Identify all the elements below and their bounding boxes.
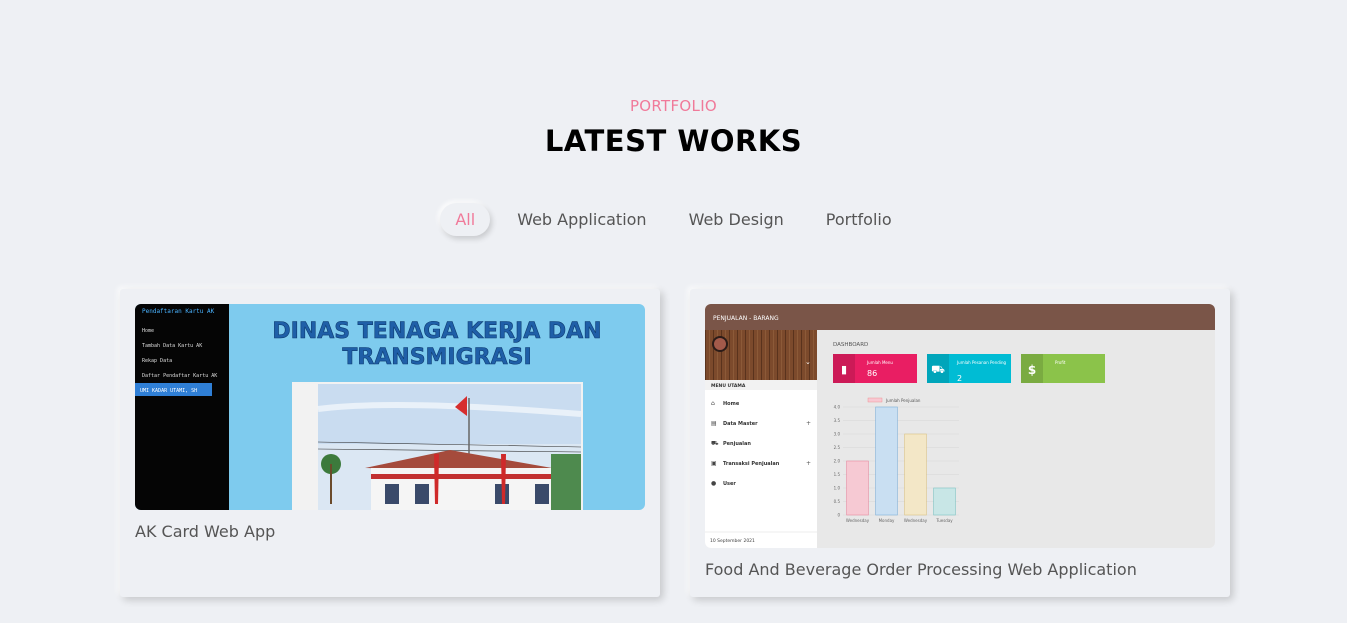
chart-x-tick: Tuesday	[935, 518, 953, 523]
thumb-menu-data-master: Data Master	[723, 421, 758, 427]
filter-all[interactable]: All	[440, 203, 491, 236]
svg-text:+: +	[806, 420, 811, 427]
svg-text:⛟: ⛟	[711, 440, 719, 447]
tile-label-profit: Profit	[1055, 360, 1066, 365]
chart-x-tick: Monday	[879, 518, 895, 523]
thumb-banner-line1: DINAS TENAGA KERJA DAN	[272, 319, 601, 344]
chart-y-tick: 3.0	[834, 432, 841, 437]
section-title: LATEST WORKS	[544, 124, 803, 158]
chart-y-tick: 2.5	[834, 445, 841, 450]
chart-bar	[933, 487, 956, 516]
thumb-menu-home: Home	[142, 328, 154, 334]
thumb-banner-line2: TRANSMIGRASI	[342, 345, 531, 370]
work-title-ak-card[interactable]: AK Card Web App	[135, 522, 275, 541]
thumb-sidebar-title: Pendaftaran Kartu AK	[142, 308, 215, 315]
chart-y-tick: 4.0	[834, 405, 841, 410]
svg-text:⛟: ⛟	[931, 363, 945, 376]
thumb-menu-list: Daftar Pendaftar Kartu AK	[142, 373, 217, 379]
svg-text:▮: ▮	[841, 363, 847, 376]
section-subtitle: PORTFOLIO	[629, 97, 718, 115]
chart-y-tick: 0.5	[834, 499, 841, 504]
work-title-food-beverage[interactable]: Food And Beverage Order Processing Web A…	[705, 560, 1137, 579]
tile-label-pending: Jumlah Pesanan Pending	[956, 360, 1006, 365]
filter-bar: All Web Application Web Design Portfolio	[0, 203, 1347, 236]
chart-bar	[875, 406, 898, 516]
thumb-menu-recap: Rekap Data	[142, 358, 172, 364]
tile-label-menu: Jumlah Menu	[866, 360, 893, 365]
chart-x-tick: Wednesday	[846, 518, 870, 523]
chart-y-tick: 3.5	[834, 418, 841, 423]
tile-value-menu: 86	[867, 369, 877, 378]
chart-bar	[904, 433, 927, 516]
filter-web-application[interactable]: Web Application	[502, 203, 661, 236]
tile-value-pending: 2	[957, 374, 962, 383]
thumb-user-button: UMI KADAR UTAMI, SH	[140, 388, 197, 394]
chart-y-tick: 2.0	[834, 459, 841, 464]
chart-legend: Jumlah Penjualan	[885, 398, 921, 403]
filter-portfolio[interactable]: Portfolio	[811, 203, 907, 236]
filter-web-design[interactable]: Web Design	[674, 203, 799, 236]
chart-y-tick: 1.5	[834, 472, 841, 477]
chart-y-tick: 1.0	[834, 486, 841, 491]
thumb-menu-header: MENU UTAMA	[711, 383, 746, 389]
chart-x-tick: Wednesday	[904, 518, 928, 523]
thumbnail-food-beverage[interactable]: PENJUALAN - BARANG ⌄ MENU UTAMA ⌂ Home ▤…	[705, 304, 1215, 548]
thumb-menu-transaksi: Transaksi Penjualan	[723, 461, 780, 467]
thumb-dashboard-label: DASHBOARD	[833, 342, 868, 348]
thumb-menu-home: Home	[723, 401, 740, 407]
thumb-date: 10 September 2021	[710, 538, 755, 544]
thumb-menu-penjualan: Penjualan	[723, 441, 751, 447]
portfolio-card-ak-card[interactable]: Pendaftaran Kartu AK Home Tambah Data Ka…	[120, 289, 660, 597]
svg-text:⌂: ⌂	[711, 400, 715, 407]
svg-text:▤: ▤	[711, 420, 717, 427]
thumb-menu-add: Tambah Data Kartu AK	[142, 343, 202, 349]
svg-text:$: $	[1028, 363, 1036, 377]
thumb-menu-user: User	[723, 481, 736, 487]
thumb-app-title: PENJUALAN - BARANG	[713, 315, 779, 322]
portfolio-card-food-beverage[interactable]: PENJUALAN - BARANG ⌄ MENU UTAMA ⌂ Home ▤…	[690, 289, 1230, 597]
thumbnail-ak-card[interactable]: Pendaftaran Kartu AK Home Tambah Data Ka…	[135, 304, 645, 510]
svg-text:+: +	[806, 460, 811, 467]
chart-bar	[846, 460, 869, 516]
svg-text:▣: ▣	[711, 460, 717, 467]
svg-text:●: ●	[711, 480, 716, 487]
svg-text:⌄: ⌄	[805, 358, 811, 366]
